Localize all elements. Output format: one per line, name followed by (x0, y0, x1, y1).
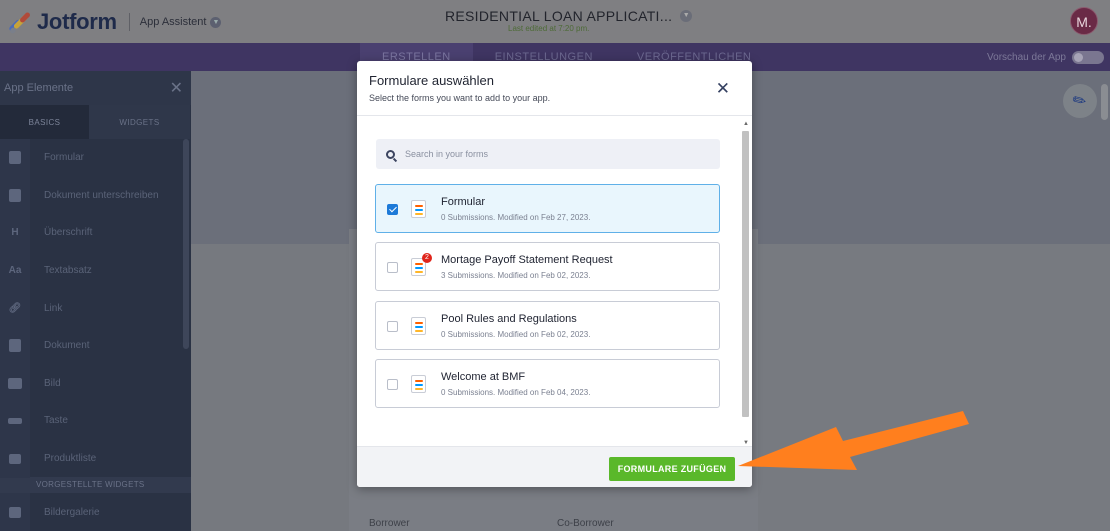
search-icon (386, 149, 395, 159)
cart-icon (0, 439, 30, 478)
select-forms-modal: Formulare auswählen Select the forms you… (357, 61, 752, 487)
sidebar-item-label: Produktliste (44, 453, 97, 465)
form-meta: 0 Submissions. Modified on Feb 27, 2023. (441, 213, 591, 222)
image-icon (0, 364, 30, 403)
borrower-label: Borrower (369, 518, 410, 529)
form-name: Mortage Payoff Statement Request (441, 254, 613, 266)
form-document-icon (411, 200, 426, 218)
sidebar-scrollbar[interactable] (183, 139, 189, 349)
tab-basics[interactable]: BASICS (0, 105, 89, 139)
heading-icon: H (0, 213, 30, 252)
modal-footer: FORMULARE ZUFÜGEN (357, 446, 752, 487)
paint-roller-icon: ✎ (1070, 90, 1091, 113)
button-icon (0, 401, 30, 440)
sidebar-item-image[interactable]: Bild (0, 364, 191, 403)
sidebar-item-label: Bild (44, 377, 61, 389)
sidebar-title: App Elemente (4, 82, 74, 94)
sidebar-item-sign-document[interactable]: Dokument unterschreiben (0, 176, 191, 215)
sidebar-tabs: BASICS WIDGETS (0, 105, 191, 139)
close-icon[interactable]: ✕ (170, 78, 183, 98)
scroll-up-arrow-icon[interactable]: ▲ (743, 121, 749, 127)
notification-badge: 2 (422, 253, 432, 263)
form-meta: 0 Submissions. Modified on Feb 02, 2023. (441, 330, 591, 339)
form-checkbox[interactable] (387, 262, 398, 273)
chevron-down-icon: ▼ (680, 10, 693, 22)
preview-label: Vorschau der App (987, 52, 1066, 63)
sidebar-item-label: Überschrift (44, 227, 93, 239)
sidebar-item-label: Link (44, 302, 63, 314)
sidebar-item-label: Dokument unterschreiben (44, 189, 159, 201)
page-scrollbar[interactable] (1101, 84, 1108, 120)
jotform-logo-icon (8, 11, 32, 35)
preview-toggle[interactable] (1072, 51, 1104, 64)
co-borrower-label: Co-Borrower (557, 518, 614, 529)
add-forms-button[interactable]: FORMULARE ZUFÜGEN (609, 457, 735, 481)
sidebar-item-label: Bildergalerie (44, 506, 100, 518)
sidebar-item-heading[interactable]: H Überschrift (0, 213, 191, 252)
tab-widgets[interactable]: WIDGETS (89, 105, 190, 139)
form-document-icon (411, 375, 426, 393)
paragraph-icon: Aa (0, 251, 30, 290)
chevron-down-icon: ▼ (210, 16, 222, 28)
canvas-left-area (191, 244, 349, 531)
form-name: Pool Rules and Regulations (441, 313, 577, 325)
logo-text: Jotform (37, 9, 117, 34)
top-bar: Jotform App Assistent ▼ RESIDENTIAL LOAN… (0, 0, 1110, 43)
last-edited-text: Last edited at 7:20 pm. (508, 24, 590, 33)
sidebar-item-label: Taste (44, 415, 68, 427)
form-option-pool-rules[interactable]: Pool Rules and Regulations 0 Submissions… (375, 301, 720, 350)
modal-body: Formular 0 Submissions. Modified on Feb … (357, 117, 752, 446)
form-name: Welcome at BMF (441, 371, 526, 383)
form-checkbox[interactable] (387, 379, 398, 390)
user-avatar[interactable]: M. (1070, 7, 1098, 35)
sidebar-header: App Elemente ✕ (0, 71, 191, 105)
document-icon (0, 326, 30, 365)
form-title: RESIDENTIAL LOAN APPLICATI... (445, 8, 673, 24)
form-option-mortage-payoff[interactable]: 2 Mortage Payoff Statement Request 3 Sub… (375, 242, 720, 291)
sidebar-item-formular[interactable]: Formular (0, 138, 191, 177)
modal-title: Formulare auswählen (369, 73, 495, 88)
sidebar-item-paragraph[interactable]: Aa Textabsatz (0, 251, 191, 290)
jotform-logo[interactable]: Jotform App Assistent ▼ (8, 9, 222, 35)
sidebar-item-link[interactable]: 🔗︎ Link (0, 289, 191, 328)
close-icon[interactable]: ✕ (716, 80, 730, 97)
app-assistant-dropdown[interactable]: App Assistent ▼ (140, 16, 222, 28)
app-assistant-label: App Assistent (139, 16, 207, 28)
link-icon: 🔗︎ (0, 289, 30, 328)
app-designer-button[interactable]: ✎ (1063, 84, 1097, 118)
form-name: Formular (441, 196, 486, 208)
app-elements-sidebar: App Elemente ✕ BASICS WIDGETS Formular D… (0, 71, 191, 531)
canvas-right-area (758, 244, 1110, 531)
form-option-formular[interactable]: Formular 0 Submissions. Modified on Feb … (375, 184, 720, 233)
sidebar-item-document[interactable]: Dokument (0, 326, 191, 365)
search-input[interactable] (405, 149, 705, 159)
modal-header: Formulare auswählen Select the forms you… (357, 61, 752, 116)
sidebar-item-label: Formular (44, 152, 85, 164)
form-title-dropdown[interactable]: RESIDENTIAL LOAN APPLICATI... ▼ (445, 8, 693, 24)
form-checkbox[interactable] (387, 321, 398, 332)
sidebar-item-product-list[interactable]: Produktliste (0, 439, 191, 478)
sidebar-item-button[interactable]: Taste (0, 401, 191, 440)
sidebar-section-featured-widgets: VORGESTELLTE WIDGETS (0, 477, 191, 494)
logo-divider (128, 13, 130, 31)
form-checkbox[interactable] (387, 204, 398, 215)
sign-document-icon (0, 176, 30, 215)
form-meta: 3 Submissions. Modified on Feb 02, 2023. (441, 271, 591, 280)
form-option-welcome-bmf[interactable]: Welcome at BMF 0 Submissions. Modified o… (375, 359, 720, 408)
sidebar-item-label: Textabsatz (44, 265, 92, 277)
form-icon (0, 138, 30, 177)
modal-scrollbar[interactable]: ▲ ▼ (741, 121, 750, 446)
sidebar-item-image-gallery[interactable]: Bildergalerie (0, 493, 191, 531)
modal-subtitle: Select the forms you want to add to your… (369, 93, 551, 103)
form-meta: 0 Submissions. Modified on Feb 04, 2023. (441, 388, 591, 397)
form-document-icon (411, 317, 426, 335)
gallery-icon (0, 493, 30, 531)
sidebar-item-label: Dokument (44, 340, 90, 352)
scrollbar-thumb[interactable] (742, 131, 749, 417)
form-search-box[interactable] (376, 139, 720, 169)
